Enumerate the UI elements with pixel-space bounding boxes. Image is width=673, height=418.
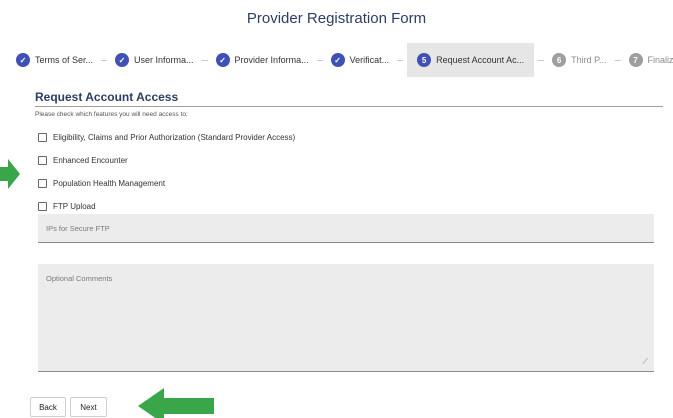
checkbox[interactable]	[38, 156, 47, 165]
field-label: Optional Comments	[46, 274, 113, 283]
step-number: 6	[552, 53, 567, 67]
step-finalize[interactable]: 7 Finalize	[625, 43, 673, 77]
checkbox-label: FTP Upload	[53, 202, 96, 211]
checkbox-label: Enhanced Encounter	[53, 156, 128, 165]
checkbox[interactable]	[38, 133, 47, 142]
check-icon: ✓	[115, 53, 130, 67]
optional-comments-field[interactable]: Optional Comments ⟋	[38, 264, 654, 372]
check-icon: ✓	[215, 53, 230, 67]
step-label: Finalize	[647, 55, 673, 65]
section-title: Request Account Access	[35, 90, 663, 107]
ftp-ips-field[interactable]: IPs for Secure FTP	[38, 214, 654, 243]
step-number: 5	[417, 53, 432, 67]
check-icon: ✓	[330, 53, 345, 67]
step-label: Request Account Ac...	[436, 55, 525, 65]
arrow-left-icon	[138, 388, 214, 418]
back-button[interactable]: Back	[30, 397, 66, 417]
step-label: Terms of Ser...	[35, 55, 94, 65]
step-connector	[201, 59, 208, 61]
step-connector	[538, 59, 545, 61]
step-connector	[614, 59, 621, 61]
feature-option-enhanced-encounter[interactable]: Enhanced Encounter	[38, 156, 128, 165]
feature-option-standard-access[interactable]: Eligibility, Claims and Prior Authorizat…	[38, 133, 295, 142]
arrow-right-icon	[0, 159, 20, 189]
field-label: IPs for Secure FTP	[46, 224, 110, 233]
step-number: 7	[628, 53, 643, 67]
checkbox[interactable]	[38, 179, 47, 188]
next-button[interactable]: Next	[70, 397, 107, 417]
step-connector	[316, 59, 323, 61]
step-verification[interactable]: ✓ Verificat...	[327, 43, 394, 77]
step-connector	[101, 59, 108, 61]
stepper: ✓ Terms of Ser... ✓ User Informa... ✓ Pr…	[12, 43, 673, 77]
step-third-party[interactable]: 6 Third P...	[548, 43, 610, 77]
checkbox-label: Population Health Management	[53, 179, 166, 188]
resize-handle-icon[interactable]: ⟋	[642, 357, 648, 367]
checkbox[interactable]	[38, 202, 47, 211]
step-request-account-access[interactable]: 5 Request Account Ac...	[407, 43, 535, 77]
step-connector	[397, 59, 404, 61]
check-icon: ✓	[16, 53, 30, 67]
step-label: Verificat...	[349, 55, 390, 65]
step-provider-information[interactable]: ✓ Provider Informa...	[212, 43, 313, 77]
step-user-information[interactable]: ✓ User Informa...	[111, 43, 198, 77]
step-terms-of-service[interactable]: ✓ Terms of Ser...	[12, 43, 97, 77]
step-label: Provider Informa...	[234, 55, 309, 65]
checkbox-label: Eligibility, Claims and Prior Authorizat…	[53, 133, 296, 142]
step-label: Third P...	[571, 55, 607, 65]
step-label: User Informa...	[134, 55, 194, 65]
page-title: Provider Registration Form	[246, 10, 427, 27]
feature-option-population-health[interactable]: Population Health Management	[38, 179, 165, 188]
section-instructions: Please check which features you will nee…	[35, 111, 188, 118]
feature-option-ftp-upload[interactable]: FTP Upload	[38, 202, 96, 211]
